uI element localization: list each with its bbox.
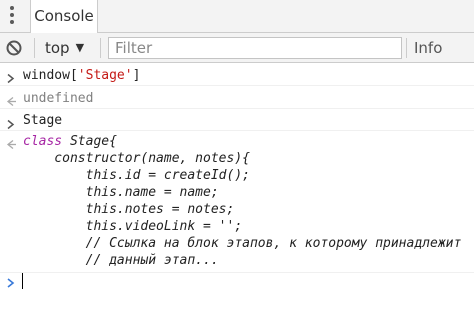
clear-console-icon[interactable] [5,39,23,57]
code-line: this.videoLink = ''; [23,219,243,234]
filter-input[interactable] [108,37,402,59]
context-label: top [45,39,70,57]
tab-console[interactable]: Console [30,0,98,33]
prompt-chevron-icon [7,278,15,288]
console-messages: window['Stage'] undefined Stage class St… [0,63,474,316]
code-line: // данный этап... [23,253,219,268]
console-prompt-input[interactable] [22,273,23,289]
code-line: this.id = createId(); [23,168,250,183]
console-input-text: window['Stage'] [23,68,141,83]
console-output-row: undefined [0,86,474,109]
code-line: class Stage{ [23,134,117,149]
class-source-text: class Stage{ constructor(name, notes){ t… [23,133,461,269]
console-input-row: Stage [0,109,474,131]
console-output-row: class Stage{ constructor(name, notes){ t… [0,131,474,273]
console-toolbar: top ▼ Info [0,33,474,63]
output-arrow-icon [6,139,16,150]
toolbar-divider [34,38,35,58]
dropdown-arrow-icon: ▼ [75,41,85,54]
console-input-row: window['Stage'] [0,63,474,86]
devtools-tabbar: Console [0,0,474,33]
log-level-selector[interactable]: Info [414,38,442,58]
toolbar-divider [100,38,101,58]
code-line: this.notes = notes; [23,202,235,217]
context-selector[interactable]: top ▼ [45,38,84,58]
class-keyword: class [23,134,63,149]
code-line: // Ссылка на блок этапов, к которому при… [23,236,462,251]
console-output-text: undefined [23,91,94,106]
console-input-text: Stage [23,113,63,128]
toolbar-divider [406,38,407,58]
code-line: constructor(name, notes){ [23,151,250,166]
code-line: this.name = name; [23,185,219,200]
more-options-icon[interactable] [9,6,15,26]
